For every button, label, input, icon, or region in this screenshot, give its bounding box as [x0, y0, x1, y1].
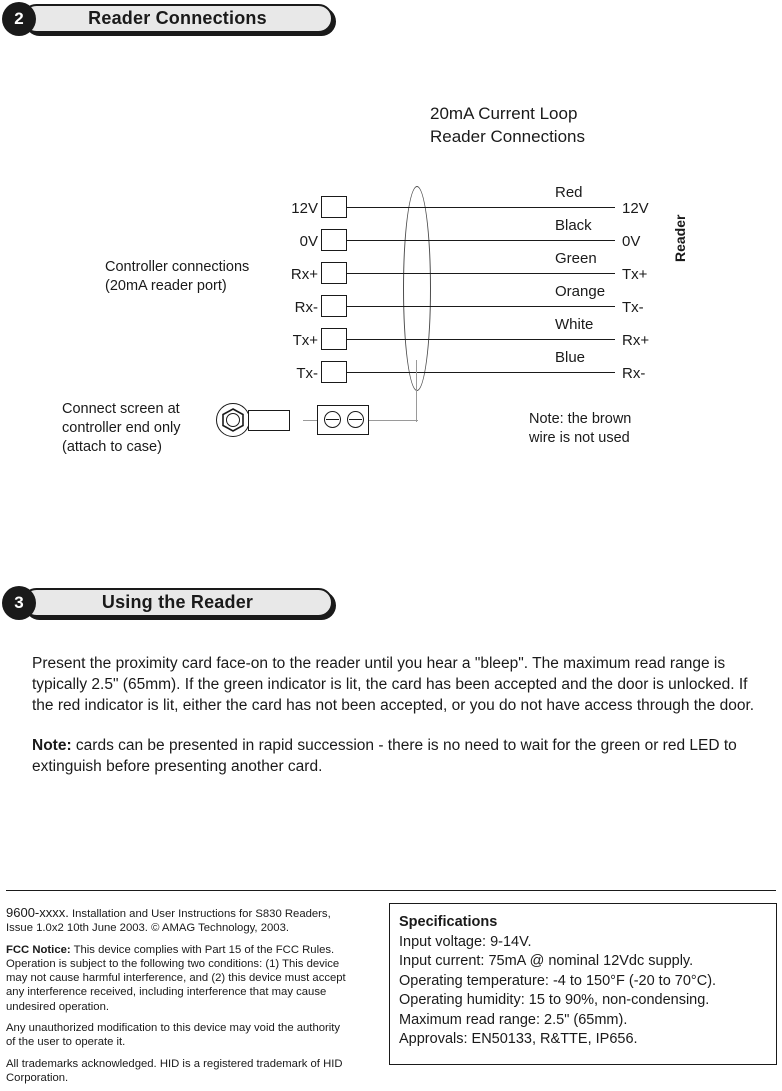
reader-terminal-label: Tx+	[622, 266, 648, 283]
wire-line	[347, 207, 615, 208]
specification-line: Operating humidity: 15 to 90%, non-conde…	[399, 992, 710, 1008]
cable-sheath-outline	[403, 186, 431, 391]
wire-color-label: Blue	[555, 349, 586, 366]
footer-fcc-lead: FCC Notice:	[6, 943, 71, 956]
wire-color-label: Black	[555, 217, 592, 234]
specifications-title: Specifications	[399, 914, 498, 930]
reader-terminal-label: Rx+	[622, 332, 650, 349]
controller-terminal-label: Rx+	[290, 266, 318, 283]
controller-terminal-box	[321, 262, 347, 284]
wire-line	[347, 339, 615, 340]
wire-color-label: White	[555, 316, 594, 333]
footer-modification-notice: Any unauthorized modification to this de…	[6, 1022, 341, 1049]
reader-terminal-label: 12V	[622, 200, 649, 217]
wire-color-label: Green	[555, 250, 597, 267]
specifications-list: Input voltage: 9-14V. Input current: 75mA…	[399, 933, 776, 1050]
footer-divider	[6, 890, 776, 891]
reader-terminal-label: Rx-	[622, 365, 646, 382]
reader-terminal-label: Tx-	[622, 299, 644, 316]
usage-note-lead: Note:	[32, 737, 72, 754]
footer-doc-code: 9600-xxxx.	[6, 905, 69, 920]
reader-side-label: Reader	[672, 214, 688, 262]
specification-line: Maximum read range: 2.5" (65mm).	[399, 1011, 628, 1028]
wiring-diagram: 20mA Current Loop Reader Connections Con…	[0, 90, 782, 480]
specification-line: Approvals: EN50133, R&TTE, IP656.	[399, 1031, 638, 1047]
wire-line	[347, 273, 615, 274]
terminal-screw-icon	[324, 411, 341, 428]
diagram-title: 20mA Current Loop Reader Connections	[430, 104, 585, 146]
footer-trademark-notice: All trademarks acknowledged. HID is a re…	[6, 1057, 343, 1084]
wire-line	[347, 240, 615, 241]
section-number-badge: 3	[2, 586, 36, 620]
specifications-content: Specifications Input voltage: 9-14V. Inpu…	[390, 904, 776, 1050]
screen-lug-body	[248, 410, 290, 431]
usage-note-paragraph: Note: cards can be presented in rapid su…	[32, 735, 764, 777]
reader-terminal-label: 0V	[622, 233, 641, 250]
wire-line	[347, 306, 615, 307]
controller-terminal-box	[321, 361, 347, 383]
specification-line: Input voltage: 9-14V.	[399, 933, 532, 950]
usage-note-text: cards can be presented in rapid successi…	[32, 737, 737, 775]
wire-line	[347, 372, 615, 373]
controller-terminal-label: 12V	[291, 200, 318, 217]
specifications-box: Specifications Input voltage: 9-14V. Inpu…	[389, 903, 777, 1065]
usage-instructions: Present the proximity card face-on to th…	[32, 653, 764, 777]
controller-terminal-box	[321, 295, 347, 317]
section-title: Reader Connections	[88, 8, 267, 28]
connect-screen-caption: Connect screen at controller end only (a…	[62, 401, 181, 455]
drain-wire-vertical	[416, 360, 417, 422]
wire-color-label: Red	[555, 184, 583, 201]
wire-color-label: Orange	[555, 283, 606, 300]
specification-line: Operating temperature: -4 to 150°F (-20 …	[399, 972, 717, 989]
footer-doc-line: 9600-xxxx. Installation and User Instruc…	[6, 905, 352, 936]
terminal-screw-icon	[347, 411, 364, 428]
controller-terminal-box	[321, 328, 347, 350]
section-number-badge: 2	[2, 2, 36, 36]
ring-terminal-hole-icon	[226, 413, 240, 427]
controller-terminal-label: Tx+	[292, 332, 318, 349]
controller-terminal-box	[321, 229, 347, 251]
controller-connections-caption: Controller connections (20mA reader port…	[105, 259, 250, 294]
controller-terminal-label: Tx-	[296, 365, 318, 382]
controller-terminal-box	[321, 196, 347, 218]
brown-wire-note: Note: the brown wire is not used	[529, 411, 632, 446]
specification-line: Input current: 75mA @ nominal 12Vdc supp…	[399, 953, 694, 969]
section-title: Using the Reader	[101, 592, 254, 612]
footer-fcc-notice: FCC Notice: This device complies with Pa…	[6, 943, 352, 1014]
usage-paragraph: Present the proximity card face-on to th…	[32, 655, 755, 714]
controller-terminal-label: Rx-	[294, 299, 318, 316]
controller-terminal-label: 0V	[299, 233, 318, 250]
footer-legal-text: 9600-xxxx. Installation and User Instruc…	[6, 905, 352, 1085]
